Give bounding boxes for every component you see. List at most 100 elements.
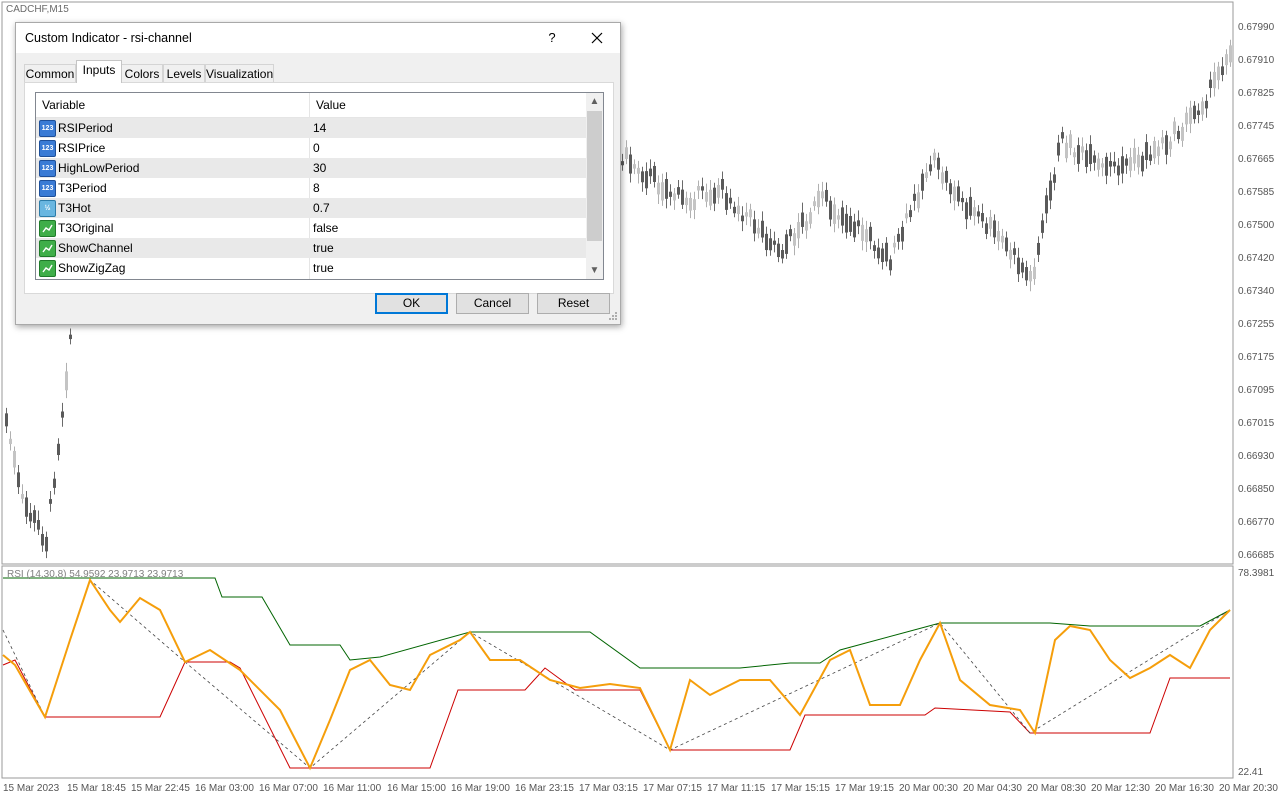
dialog-title: Custom Indicator - rsi-channel [25,31,192,45]
candle-body [1141,155,1144,172]
price-tick-label: 0.67500 [1238,220,1275,231]
candle-body [921,173,924,191]
help-button[interactable]: ? [541,27,563,49]
tab-common[interactable]: Common [24,64,76,83]
candle-body [945,170,948,183]
price-tick-label: 0.67095 [1238,385,1275,396]
scroll-up-icon[interactable]: ▲ [586,93,603,110]
channel-lower-line [2,659,1230,769]
candle-body [741,215,744,222]
price-tick-label: 0.67255 [1238,319,1275,330]
param-row[interactable]: 123 RSIPrice 0 [36,138,586,158]
candle-body [1005,237,1008,252]
time-tick-label: 17 Mar 15:15 [771,783,830,794]
candle-body [957,186,960,202]
rsi-scale-max: 78.3981 [1238,568,1275,579]
candle-body [1045,195,1048,214]
candle-body [1101,163,1104,168]
scroll-down-icon[interactable]: ▼ [586,262,603,279]
param-row[interactable]: 123 HighLowPeriod 30 [36,158,586,178]
candle-body [1025,267,1028,281]
dialog-titlebar[interactable]: Custom Indicator - rsi-channel ? [16,23,620,53]
price-tick-label: 0.67340 [1238,286,1275,297]
rsi-line [2,577,1231,771]
time-tick-label: 17 Mar 07:15 [643,783,702,794]
price-tick-label: 0.67990 [1238,22,1275,33]
candle-body [825,189,828,202]
param-row[interactable]: 123 RSIPeriod 14 [36,118,586,138]
candle-body [1193,105,1196,120]
candle-body [69,334,72,340]
param-value[interactable]: 14 [313,121,326,135]
resize-grip-icon[interactable] [608,311,618,321]
tab-visualization[interactable]: Visualization [205,64,274,83]
candle-body [917,192,920,209]
candle-body [1001,235,1004,243]
candle-body [1221,66,1224,76]
integer-type-icon: 123 [39,180,56,197]
price-tick-label: 0.66850 [1238,484,1275,495]
candle-body [865,229,868,243]
candle-body [1077,145,1080,164]
candle-body [681,189,684,205]
param-value[interactable]: 30 [313,161,326,175]
candle-body [765,233,768,251]
tab-levels[interactable]: Levels [163,64,205,83]
candle-body [685,197,688,206]
param-value[interactable]: true [313,261,334,275]
ok-button[interactable]: OK [375,293,448,314]
param-value[interactable]: 0 [313,141,320,155]
candle-body [1205,100,1208,109]
candle-body [961,197,964,203]
param-value[interactable]: false [313,221,338,235]
cancel-button[interactable]: Cancel [456,293,529,314]
param-row[interactable]: ShowChannel true [36,238,586,258]
param-value[interactable]: 0.7 [313,201,330,215]
candle-body [949,183,952,195]
candle-body [1049,180,1052,201]
tab-colors[interactable]: Colors [121,64,163,83]
param-row[interactable]: ½ T3Hot 0.7 [36,198,586,218]
candle-body [1053,174,1056,183]
param-value[interactable]: 8 [313,181,320,195]
candle-body [53,478,56,488]
candle-body [1089,144,1092,165]
candle-body [829,200,832,220]
candle-body [41,533,44,546]
price-tick-label: 0.67910 [1238,55,1275,66]
candle-body [25,497,28,517]
scrollbar-thumb[interactable] [587,111,602,241]
candle-body [709,189,712,206]
price-tick-label: 0.66930 [1238,451,1275,462]
param-name: HighLowPeriod [58,161,140,175]
price-tick-label: 0.66685 [1238,550,1275,561]
candle-body [953,186,956,201]
candle-body [877,247,880,259]
close-icon [591,32,603,44]
candle-body [1029,271,1032,282]
param-value[interactable]: true [313,241,334,255]
param-row[interactable]: T3Original false [36,218,586,238]
price-tick-label: 0.67420 [1238,253,1275,264]
close-button[interactable] [582,25,612,51]
candle-body [797,222,800,239]
candle-body [1149,154,1152,161]
tab-inputs[interactable]: Inputs [76,60,122,83]
candle-body [1145,142,1148,161]
column-header-value[interactable]: Value [316,93,346,117]
candle-body [1109,161,1112,167]
candle-body [849,215,852,232]
candle-body [1117,165,1120,176]
candle-body [1097,158,1100,170]
param-row[interactable]: 123 T3Period 8 [36,178,586,198]
reset-button[interactable]: Reset [537,293,610,314]
grid-scrollbar[interactable]: ▲ ▼ [586,93,603,279]
candle-body [1037,242,1040,255]
param-row[interactable]: ShowZigZag true [36,258,586,278]
candle-body [789,229,792,237]
candle-body [1105,156,1108,176]
candle-body [1041,220,1044,233]
column-header-variable[interactable]: Variable [42,93,307,117]
candle-body [853,221,856,238]
candle-body [837,215,840,220]
